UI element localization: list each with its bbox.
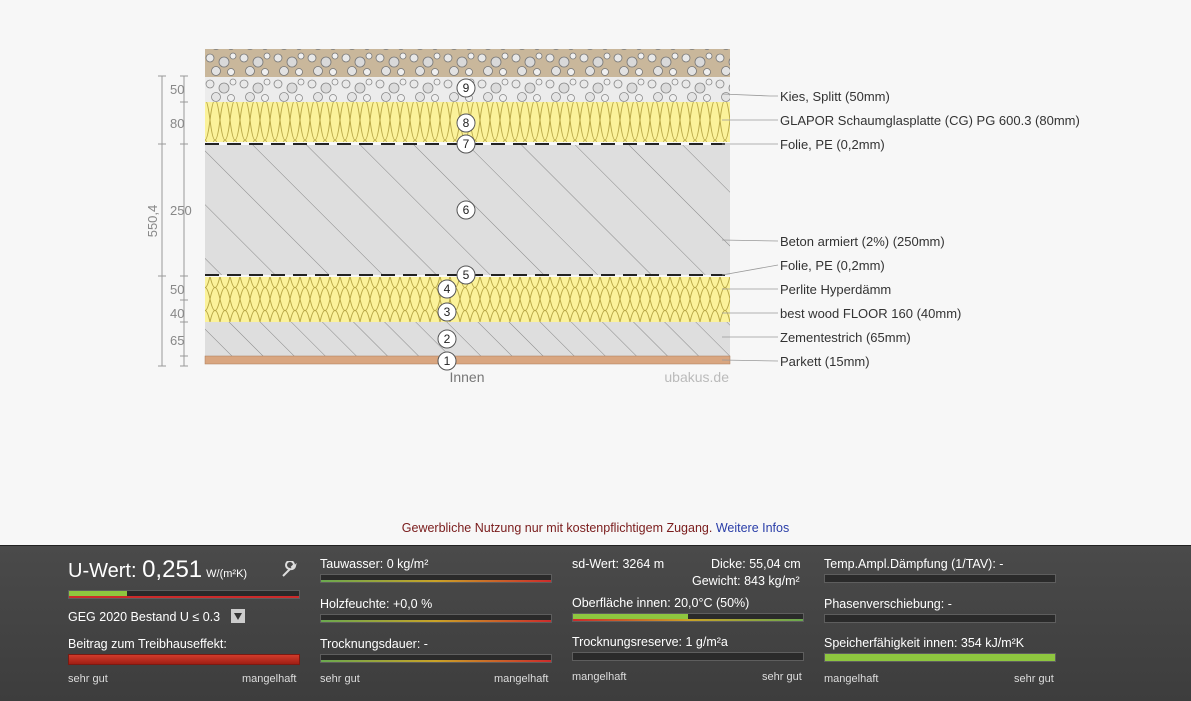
u-value-display: U-Wert: 0,251 W/(m²K): [68, 556, 247, 584]
scale-bad: mangelhaft: [242, 673, 297, 685]
scale-good: sehr gut: [68, 673, 108, 685]
trocknungsdauer-label: Trocknungsdauer: -: [320, 637, 428, 651]
geg-label: GEG 2020 Bestand U ≤ 0.3: [68, 610, 221, 624]
layer-label: Folie, PE (0,2mm): [780, 258, 885, 273]
trocknungsreserve-bar: [572, 652, 804, 661]
tav-label: Temp.Ampl.Dämpfung (1/TAV): -: [824, 557, 1004, 571]
gewicht-value: Gewicht: 843 kg/m²: [692, 574, 800, 588]
tauwasser-label: Tauwasser: 0 kg/m²: [320, 557, 429, 571]
u-label: U-Wert:: [68, 560, 143, 582]
layer-number: 7: [463, 137, 470, 151]
speicher-label: Speicherfähigkeit innen: 354 kJ/m²K: [824, 636, 1025, 650]
phasen-bar: [824, 614, 1056, 623]
thickness-label: 50: [170, 282, 184, 297]
scale-good: sehr gut: [762, 671, 802, 683]
dicke-value: Dicke: 55,04 cm: [711, 557, 801, 571]
layer-number: 1: [444, 354, 451, 368]
layer-label: Kies, Splitt (50mm): [780, 89, 890, 104]
speicher-bar-fill: [825, 654, 1055, 661]
watermark: ubakus.de: [664, 369, 729, 385]
thickness-label: 40: [170, 306, 184, 321]
scale-bad: mangelhaft: [824, 673, 879, 685]
layer-number: 5: [463, 268, 470, 282]
layer-label: Folie, PE (0,2mm): [780, 137, 885, 152]
geg-dropdown-icon[interactable]: [231, 609, 245, 623]
thickness-label: 65: [170, 333, 184, 348]
wrench-icon[interactable]: [280, 560, 298, 579]
holzfeuchte-bar: [320, 614, 552, 623]
scale-bad: mangelhaft: [494, 673, 549, 685]
inside-label: Innen: [449, 369, 484, 385]
scale-bad: mangelhaft: [572, 671, 627, 683]
more-info-link[interactable]: Weitere Infos: [716, 521, 789, 535]
layer-number: 9: [463, 81, 470, 95]
u-value-bar: [68, 590, 300, 599]
thickness-label: 50: [170, 82, 184, 97]
layer-label: best wood FLOOR 160 (40mm): [780, 306, 961, 321]
treibhaus-label: Beitrag zum Treibhauseffekt:: [68, 637, 227, 651]
phasen-label: Phasenverschiebung: -: [824, 597, 952, 611]
scale-good: sehr gut: [320, 673, 360, 685]
holzfeuchte-label: Holzfeuchte: +0,0 %: [320, 597, 433, 611]
commercial-notice: Gewerbliche Nutzung nur mit kostenpflich…: [0, 521, 1191, 535]
scale-good: sehr gut: [1014, 673, 1054, 685]
trocknungsdauer-bar: [320, 654, 552, 663]
layer-label: Beton armiert (2%) (250mm): [780, 234, 945, 249]
thickness-label: 250: [170, 203, 192, 218]
oberflaeche-bar: [572, 613, 804, 622]
u-unit: W/(m²K): [206, 568, 248, 580]
layer-parkett: [204, 355, 731, 365]
layer-number: 2: [444, 332, 451, 346]
total-thickness: 550,4: [145, 205, 160, 238]
layer-label: Zementestrich (65mm): [780, 330, 911, 345]
treibhaus-bar: [68, 654, 300, 665]
trocknungsreserve-label: Trocknungsreserve: 1 g/m²a: [572, 635, 728, 649]
u-value: 0,251: [142, 556, 203, 583]
layer-number: 8: [463, 116, 470, 130]
wall-section-diagram: 550,4 50 80 250 50 40 65 Kies, Splitt (5…: [145, 49, 1080, 385]
speicher-bar: [824, 653, 1056, 662]
layer-number: 4: [444, 282, 451, 296]
sd-value: sd-Wert: 3264 m: [572, 557, 665, 571]
layer-label: Perlite Hyperdämm: [780, 282, 891, 297]
oberflaeche-label: Oberfläche innen: 20,0°C (50%): [572, 596, 750, 610]
layer-number: 6: [463, 203, 470, 217]
notice-text: Gewerbliche Nutzung nur mit kostenpflich…: [401, 521, 716, 535]
tauwasser-bar: [320, 574, 552, 583]
layer-label: GLAPOR Schaumglasplatte (CG) PG 600.3 (8…: [780, 113, 1080, 128]
thickness-label: 80: [170, 116, 184, 131]
layer-number: 3: [444, 305, 451, 319]
tav-bar: [824, 574, 1056, 583]
layer-label: Parkett (15mm): [780, 354, 870, 369]
